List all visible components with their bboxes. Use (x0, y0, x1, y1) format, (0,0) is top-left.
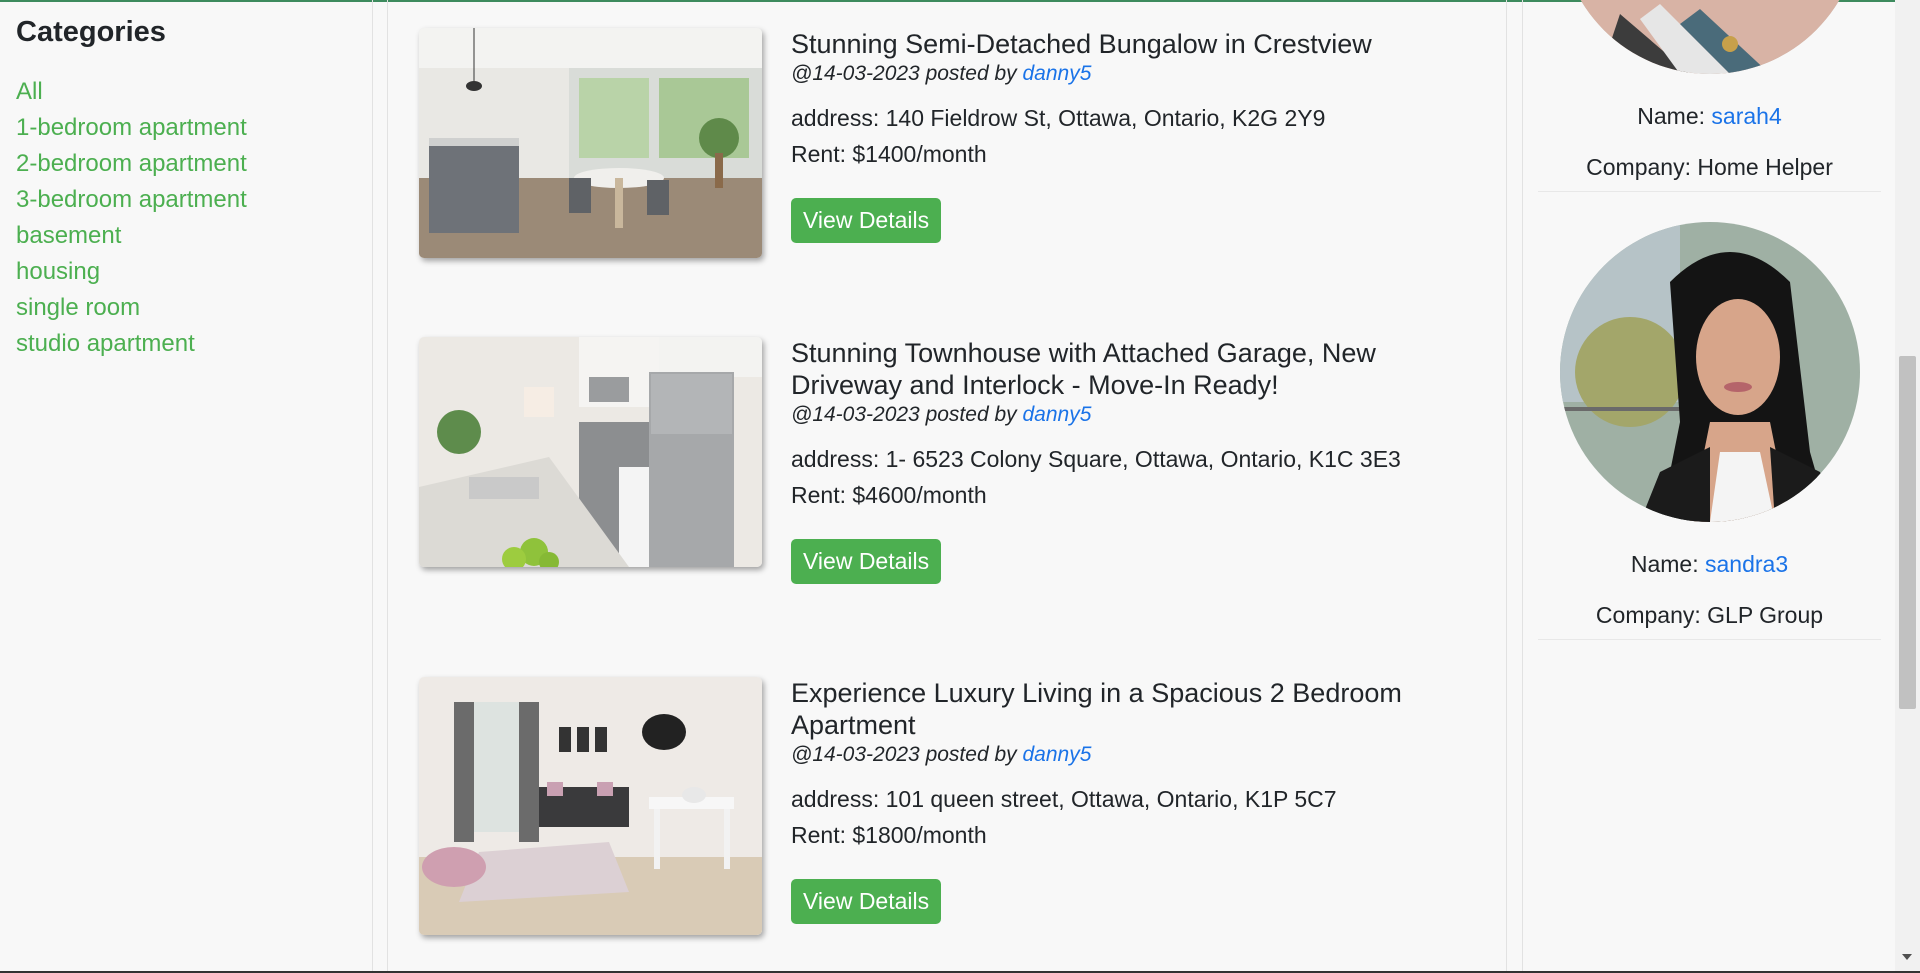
category-link-basement[interactable]: basement (16, 222, 121, 249)
category-link-studio[interactable]: studio apartment (16, 330, 195, 357)
agent-card: Name: sandra3 Company: GLP Group (1538, 222, 1881, 640)
listing-meta: @14-03-2023 posted by danny5 (791, 62, 1471, 86)
category-link-1-bedroom[interactable]: 1-bedroom apartment (16, 114, 247, 141)
view-details-button[interactable]: View Details (791, 198, 942, 243)
agent-name-label: Name: (1637, 103, 1706, 129)
category-link-all[interactable]: All (16, 78, 43, 105)
category-link-2-bedroom[interactable]: 2-bedroom apartment (16, 150, 247, 177)
living-room-photo (419, 677, 762, 935)
listing-date: @14-03-2023 posted by (791, 403, 1017, 426)
categories-list: All 1-bedroom apartment 2-bedroom apartm… (16, 79, 356, 357)
listing-photo[interactable] (419, 677, 762, 935)
category-link-3-bedroom[interactable]: 3-bedroom apartment (16, 186, 247, 213)
listing-meta: @14-03-2023 posted by danny5 (791, 743, 1471, 767)
view-details-button[interactable]: View Details (791, 539, 942, 584)
agent-photo (1559, 222, 1860, 522)
listing-photo[interactable] (419, 28, 762, 258)
listing-address: address: 101 queen street, Ottawa, Ontar… (791, 786, 1337, 812)
page-scrollbar[interactable] (1895, 0, 1920, 971)
listings-column: Stunning Semi-Detached Bungalow in Crest… (387, 0, 1507, 971)
agent-company: Company: GLP Group (1595, 602, 1824, 628)
agents-sidebar: Name: sarah4 Company: Home Helper Name: (1522, 0, 1895, 971)
categories-sidebar: Categories All 1-bedroom apartment 2-bed… (0, 0, 373, 971)
listing-rent: Rent: $1400/month (791, 141, 987, 167)
listing-rent: Rent: $4600/month (791, 482, 987, 508)
listing-photo[interactable] (419, 337, 762, 567)
listing-date: @14-03-2023 posted by (791, 62, 1017, 85)
listing-meta: @14-03-2023 posted by danny5 (791, 403, 1471, 427)
agent-name-row: Name: sarah4 (1538, 102, 1881, 130)
listing-author-link[interactable]: danny5 (1022, 743, 1091, 766)
avatar[interactable] (1559, 222, 1860, 522)
kitchen-photo (419, 337, 762, 567)
agent-photo (1559, 0, 1860, 74)
listing-info: Stunning Townhouse with Attached Garage,… (791, 337, 1471, 584)
listing-author-link[interactable]: danny5 (1022, 62, 1091, 85)
kitchen-dining-photo (419, 28, 762, 258)
agent-name-row: Name: sandra3 (1538, 550, 1881, 578)
listing-info: Experience Luxury Living in a Spacious 2… (791, 677, 1471, 924)
agent-name-link[interactable]: sarah4 (1711, 103, 1781, 129)
listing-address: address: 1- 6523 Colony Square, Ottawa, … (791, 446, 1401, 472)
listing-title[interactable]: Experience Luxury Living in a Spacious 2… (791, 677, 1471, 741)
category-link-single-room[interactable]: single room (16, 294, 140, 321)
agent-name-link[interactable]: sandra3 (1705, 551, 1788, 577)
agent-name-label: Name: (1630, 551, 1699, 577)
categories-heading: Categories (16, 16, 166, 48)
listing-title[interactable]: Stunning Townhouse with Attached Garage,… (791, 337, 1471, 401)
listing-address: address: 140 Fieldrow St, Ottawa, Ontari… (791, 105, 1326, 131)
avatar[interactable] (1559, 0, 1860, 74)
scroll-down-arrow-icon[interactable] (1902, 954, 1912, 960)
listing-title[interactable]: Stunning Semi-Detached Bungalow in Crest… (791, 28, 1471, 60)
listing-info: Stunning Semi-Detached Bungalow in Crest… (791, 28, 1471, 243)
listing-date: @14-03-2023 posted by (791, 743, 1017, 766)
agent-company: Company: Home Helper (1586, 154, 1833, 180)
listing-author-link[interactable]: danny5 (1022, 403, 1091, 426)
agent-card: Name: sarah4 Company: Home Helper (1538, 0, 1881, 192)
category-link-housing[interactable]: housing (16, 258, 100, 285)
view-details-button[interactable]: View Details (791, 879, 942, 924)
listing-rent: Rent: $1800/month (791, 822, 987, 848)
scrollbar-thumb[interactable] (1899, 356, 1916, 709)
